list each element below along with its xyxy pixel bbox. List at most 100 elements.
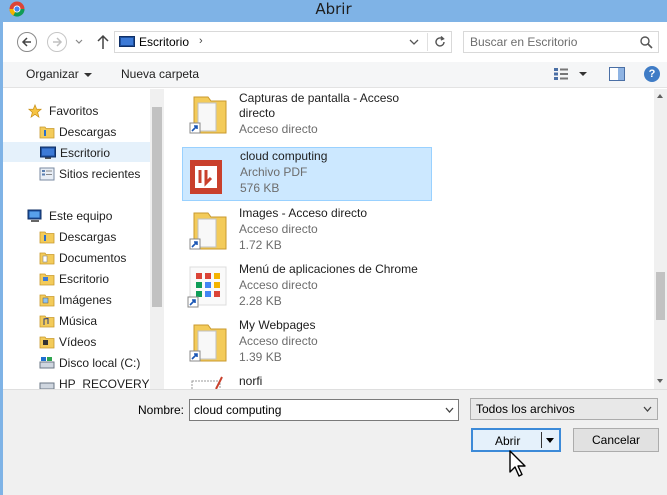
forward-button[interactable] bbox=[47, 32, 67, 52]
file-item-my-webpages[interactable]: My Webpages Acceso directo 1.39 KB bbox=[182, 315, 432, 369]
folder-download-icon bbox=[39, 231, 55, 244]
help-button[interactable]: ? bbox=[644, 66, 660, 82]
folder-music-icon bbox=[39, 315, 55, 328]
file-name: norfi bbox=[239, 374, 263, 388]
folder-download-icon bbox=[39, 126, 55, 139]
file-list-scrollbar[interactable] bbox=[654, 89, 667, 389]
sidebar-item-label: Música bbox=[59, 314, 98, 328]
sidebar-item-label: Imágenes bbox=[59, 293, 112, 307]
sidebar-item-hp-recovery-d[interactable]: HP_RECOVERY (D bbox=[3, 374, 150, 389]
file-type: Acceso directo bbox=[239, 334, 318, 348]
back-button[interactable] bbox=[17, 32, 37, 52]
file-name-input[interactable] bbox=[194, 402, 434, 418]
refresh-icon bbox=[435, 35, 445, 47]
cancel-button[interactable]: Cancelar bbox=[573, 428, 659, 452]
folder-shortcut-icon bbox=[189, 212, 227, 250]
sidebar-item-label: Escritorio bbox=[60, 146, 111, 160]
file-name-label: Nombre: bbox=[138, 403, 185, 417]
sidebar-item-label: Sitios recientes bbox=[59, 167, 141, 181]
title-bar[interactable]: Abrir bbox=[0, 0, 667, 22]
sidebar-item-label: Este equipo bbox=[49, 209, 113, 223]
chevron-down-icon bbox=[643, 406, 652, 412]
folder-desktop-icon bbox=[39, 273, 55, 286]
drive-icon bbox=[39, 382, 55, 389]
computer-icon bbox=[27, 209, 42, 222]
scrollbar-thumb[interactable] bbox=[152, 107, 162, 307]
sidebar-item-desktop[interactable]: Escritorio bbox=[3, 142, 150, 162]
folder-shortcut-icon bbox=[189, 96, 227, 134]
sidebar-item-favorites[interactable]: Favoritos bbox=[3, 101, 150, 121]
search-icon[interactable] bbox=[639, 35, 653, 49]
file-name: Menú de aplicaciones de Chrome bbox=[239, 262, 418, 276]
sidebar-item-videos[interactable]: Vídeos bbox=[3, 332, 150, 352]
file-item-chrome-apps[interactable]: Menú de aplicaciones de Chrome Acceso di… bbox=[182, 259, 432, 313]
file-type: Acceso directo bbox=[239, 222, 318, 236]
scroll-up-icon[interactable] bbox=[657, 94, 663, 98]
search-input[interactable] bbox=[470, 34, 630, 50]
file-name-field[interactable] bbox=[189, 399, 459, 421]
sidebar-item-downloads[interactable]: Descargas bbox=[3, 122, 150, 142]
chevron-down-icon[interactable] bbox=[409, 38, 419, 46]
folder-pictures-icon bbox=[39, 294, 55, 307]
file-name: My Webpages bbox=[239, 318, 316, 332]
chrome-apps-shortcut-icon bbox=[187, 266, 227, 308]
chevron-down-icon[interactable] bbox=[445, 407, 454, 413]
scroll-down-icon[interactable] bbox=[657, 379, 663, 383]
text-file-icon bbox=[191, 376, 223, 389]
preview-pane-icon[interactable] bbox=[609, 67, 625, 81]
up-arrow-icon[interactable] bbox=[96, 34, 110, 50]
search-field[interactable] bbox=[463, 31, 659, 53]
drive-icon bbox=[39, 357, 55, 369]
new-folder-button[interactable]: Nueva carpeta bbox=[121, 67, 199, 81]
organize-button[interactable]: Organizar bbox=[26, 67, 92, 81]
address-bar[interactable]: Escritorio › bbox=[114, 31, 452, 53]
file-type-filter-value: Todos los archivos bbox=[476, 402, 575, 416]
scrollbar-thumb[interactable] bbox=[656, 272, 665, 320]
open-button-label: Abrir bbox=[495, 434, 521, 448]
file-type: Archivo PDF bbox=[240, 165, 308, 179]
address-path[interactable]: Escritorio bbox=[139, 35, 189, 49]
view-options-icon[interactable] bbox=[553, 67, 569, 81]
sidebar-item-label: Documentos bbox=[59, 251, 127, 265]
recent-places-icon bbox=[39, 167, 55, 181]
sidebar-item-pc-desktop[interactable]: Escritorio bbox=[3, 269, 150, 289]
caret-down-icon bbox=[83, 72, 92, 77]
file-type: Acceso directo bbox=[239, 278, 318, 292]
refresh-button[interactable] bbox=[427, 33, 449, 51]
navigation-pane: Favoritos Descargas Escritorio Sitios re… bbox=[3, 89, 150, 389]
sidebar-item-pc-downloads[interactable]: Descargas bbox=[3, 227, 150, 247]
sidebar-item-label: Disco local (C:) bbox=[59, 356, 141, 370]
file-item-capturas[interactable]: Capturas de pantalla - Acceso directo Ac… bbox=[182, 89, 432, 141]
navigation-scrollbar[interactable] bbox=[150, 89, 164, 389]
file-item-cloud-computing[interactable]: cloud computing Archivo PDF 576 KB bbox=[182, 147, 432, 201]
file-name: Capturas de pantalla - Acceso directo bbox=[239, 91, 400, 120]
open-options-caret-icon[interactable] bbox=[546, 438, 554, 443]
mouse-pointer-icon bbox=[509, 450, 526, 477]
recent-locations-chevron-icon[interactable] bbox=[75, 38, 83, 46]
file-size: 2.28 KB bbox=[239, 294, 282, 308]
breadcrumb-chevron-icon[interactable]: › bbox=[199, 35, 203, 47]
sidebar-item-label: Escritorio bbox=[59, 272, 110, 286]
sidebar-item-pictures[interactable]: Imágenes bbox=[3, 290, 150, 310]
file-size: 1.39 KB bbox=[239, 350, 282, 364]
folder-videos-icon bbox=[39, 336, 55, 349]
sidebar-item-documents[interactable]: Documentos bbox=[3, 248, 150, 268]
sidebar-item-music[interactable]: Música bbox=[3, 311, 150, 331]
desktop-icon bbox=[119, 36, 135, 47]
file-item-norfi[interactable]: norfi bbox=[182, 371, 432, 389]
view-dropdown-caret-icon[interactable] bbox=[579, 72, 587, 76]
address-row: Escritorio › bbox=[3, 22, 667, 62]
folder-documents-icon bbox=[39, 252, 55, 265]
file-size: 1.72 KB bbox=[239, 238, 282, 252]
sidebar-item-this-pc[interactable]: Este equipo bbox=[3, 206, 150, 226]
pdf-file-icon bbox=[190, 160, 222, 194]
star-icon bbox=[27, 104, 43, 118]
file-size: 576 KB bbox=[240, 181, 280, 195]
file-item-images[interactable]: Images - Acceso directo Acceso directo 1… bbox=[182, 203, 432, 257]
window-title: Abrir bbox=[315, 0, 352, 18]
file-type-filter[interactable]: Todos los archivos bbox=[470, 398, 658, 420]
dialog-footer: Nombre: Todos los archivos Abrir Cancela… bbox=[3, 389, 667, 495]
sidebar-item-recent-places[interactable]: Sitios recientes bbox=[3, 164, 150, 184]
sidebar-item-local-disk-c[interactable]: Disco local (C:) bbox=[3, 353, 150, 373]
sidebar-item-label: Descargas bbox=[59, 230, 117, 244]
